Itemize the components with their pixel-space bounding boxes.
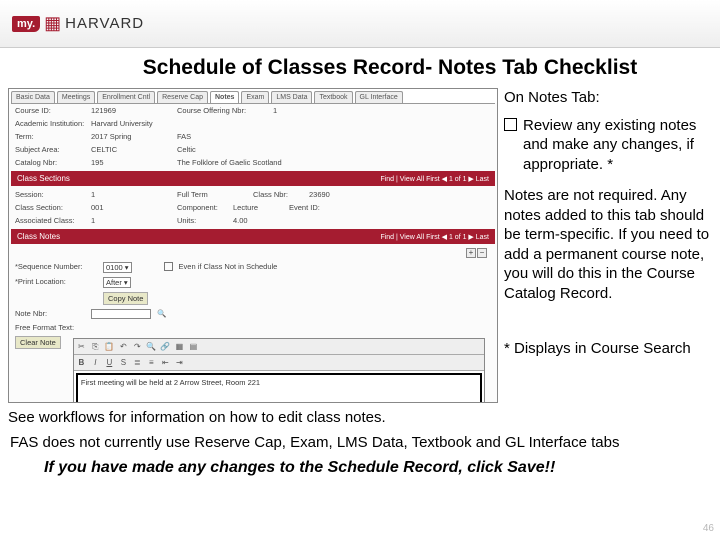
tab-strip: Basic Data Meetings Enrollment Cntl Rese… bbox=[9, 89, 497, 103]
copy-note-button[interactable]: Copy Note bbox=[103, 292, 148, 305]
underline-icon: U bbox=[104, 357, 115, 368]
bold-icon: B bbox=[76, 357, 87, 368]
lbl-print: *Print Location: bbox=[15, 277, 97, 288]
editor-toolbar[interactable]: ✂⎘📋↶↷🔍🔗▦▤ bbox=[74, 339, 484, 355]
tab-reserve-cap[interactable]: Reserve Cap bbox=[157, 91, 208, 103]
lbl-units: Units: bbox=[177, 216, 227, 225]
val-offering-nbr: 1 bbox=[273, 106, 277, 115]
even-if-label: Even if Class Not in Schedule bbox=[179, 262, 278, 273]
lbl-seq: *Sequence Number: bbox=[15, 262, 97, 273]
val-section: 001 bbox=[91, 203, 171, 212]
class-notes-bar: Class Notes Find | View All First ◀ 1 of… bbox=[11, 229, 495, 244]
lbl-institution: Academic Institution: bbox=[15, 119, 85, 128]
rich-text-editor[interactable]: ✂⎘📋↶↷🔍🔗▦▤ BIUS≣≡⇤⇥ First meeting will be… bbox=[73, 338, 485, 403]
val-term: 2017 Spring bbox=[91, 132, 171, 141]
redo-icon: ↷ bbox=[132, 341, 143, 352]
list-ol-icon: ≡ bbox=[146, 357, 157, 368]
val-course-id: 121969 bbox=[91, 106, 171, 115]
print-select[interactable]: After ▾ bbox=[103, 277, 131, 288]
list-ul-icon: ≣ bbox=[132, 357, 143, 368]
lbl-catalog: Catalog Nbr: bbox=[15, 158, 85, 167]
lbl-offering-nbr: Course Offering Nbr: bbox=[177, 106, 267, 115]
tab-gl[interactable]: GL Interface bbox=[355, 91, 403, 103]
outdent-icon: ⇤ bbox=[160, 357, 171, 368]
tab-basic-data[interactable]: Basic Data bbox=[11, 91, 55, 103]
indent-icon: ⇥ bbox=[174, 357, 185, 368]
lbl-eventid: Event ID: bbox=[289, 203, 320, 212]
val-subject: CELTIC bbox=[91, 145, 171, 154]
val-session-term: Full Term bbox=[177, 190, 247, 199]
val-units: 4.00 bbox=[233, 216, 248, 225]
checkbox-icon bbox=[504, 118, 517, 131]
val-session: 1 bbox=[91, 190, 171, 199]
add-remove-row[interactable]: +− bbox=[466, 248, 487, 258]
logo-my-badge: my. bbox=[12, 16, 40, 32]
class-sections-bar: Class Sections Find | View All First ◀ 1… bbox=[11, 171, 495, 186]
tab-enrollment[interactable]: Enrollment Cntl bbox=[97, 91, 155, 103]
val-catalog: 195 bbox=[91, 158, 171, 167]
editor-toolbar-2[interactable]: BIUS≣≡⇤⇥ bbox=[74, 355, 484, 371]
lbl-term: Term: bbox=[15, 132, 85, 141]
undo-icon: ↶ bbox=[118, 341, 129, 352]
logo: my. ▦ HARVARD bbox=[12, 13, 144, 34]
notes-paragraph: Notes are not required. Any notes added … bbox=[504, 186, 712, 303]
notenbr-input[interactable] bbox=[91, 309, 151, 319]
val-component: Lecture bbox=[233, 203, 283, 212]
lbl-notenbr: Note Nbr: bbox=[15, 309, 85, 319]
lbl-course-id: Course ID: bbox=[15, 106, 85, 115]
minus-icon: − bbox=[477, 248, 487, 258]
page-number: 46 bbox=[703, 523, 714, 534]
lbl-free: Free Format Text: bbox=[15, 323, 85, 332]
lbl-classnbr: Class Nbr: bbox=[253, 190, 303, 199]
lbl-subject: Subject Area: bbox=[15, 145, 85, 154]
copy-icon: ⎘ bbox=[90, 341, 101, 352]
val-catalog-title: The Folklore of Gaelic Scotland bbox=[177, 158, 282, 167]
editor-body[interactable]: First meeting will be held at 2 Arrow St… bbox=[76, 373, 482, 403]
tab-lms[interactable]: LMS Data bbox=[271, 91, 312, 103]
table-icon: ▤ bbox=[188, 341, 199, 352]
footer-note-2: If you have made any changes to the Sche… bbox=[0, 453, 720, 477]
paste-icon: 📋 bbox=[104, 341, 115, 352]
class-notes-nav[interactable]: Find | View All First ◀ 1 of 1 ▶ Last bbox=[380, 233, 489, 241]
checklist-item-1: Review any existing notes and make any c… bbox=[504, 116, 712, 175]
tab-notes[interactable]: Notes bbox=[210, 91, 239, 103]
app-header: my. ▦ HARVARD bbox=[0, 0, 720, 48]
strike-icon: S bbox=[118, 357, 129, 368]
val-assoc: 1 bbox=[91, 216, 171, 225]
footer-note-1: FAS does not currently use Reserve Cap, … bbox=[0, 428, 720, 453]
image-icon: ▦ bbox=[174, 341, 185, 352]
link-icon: 🔗 bbox=[160, 341, 171, 352]
class-notes-title: Class Notes bbox=[17, 232, 60, 241]
caption-workflows: See workflows for information on how to … bbox=[8, 409, 498, 428]
val-classnbr: 23690 bbox=[309, 190, 330, 199]
lbl-assoc: Associated Class: bbox=[15, 216, 85, 225]
tab-exam[interactable]: Exam bbox=[241, 91, 269, 103]
val-subject2: Celtic bbox=[177, 145, 196, 154]
app-screenshot: Basic Data Meetings Enrollment Cntl Rese… bbox=[8, 88, 498, 403]
cut-icon: ✂ bbox=[76, 341, 87, 352]
val-institution: Harvard University bbox=[91, 119, 153, 128]
class-sections-nav[interactable]: Find | View All First ◀ 1 of 1 ▶ Last bbox=[380, 175, 489, 183]
notes-heading: On Notes Tab: bbox=[504, 88, 712, 108]
checklist-text-1: Review any existing notes and make any c… bbox=[523, 116, 712, 175]
find-icon: 🔍 bbox=[146, 341, 157, 352]
page-title: Schedule of Classes Record- Notes Tab Ch… bbox=[60, 56, 720, 80]
lbl-session: Session: bbox=[15, 190, 85, 199]
clear-note-button[interactable]: Clear Note bbox=[15, 336, 61, 349]
italic-icon: I bbox=[90, 357, 101, 368]
tab-meetings[interactable]: Meetings bbox=[57, 91, 95, 103]
logo-text: HARVARD bbox=[65, 15, 144, 32]
seq-select[interactable]: 0100 ▾ bbox=[103, 262, 132, 273]
shield-icon: ▦ bbox=[44, 13, 61, 34]
lbl-component: Component: bbox=[177, 203, 227, 212]
plus-icon: + bbox=[466, 248, 476, 258]
lbl-section: Class Section: bbox=[15, 203, 85, 212]
val-term-school: FAS bbox=[177, 132, 191, 141]
displays-footnote: * Displays in Course Search bbox=[504, 339, 712, 359]
class-sections-title: Class Sections bbox=[17, 174, 70, 183]
tab-textbook[interactable]: Textbook bbox=[314, 91, 352, 103]
lookup-icon[interactable]: 🔍 bbox=[157, 309, 166, 319]
even-if-checkbox[interactable] bbox=[164, 262, 173, 271]
